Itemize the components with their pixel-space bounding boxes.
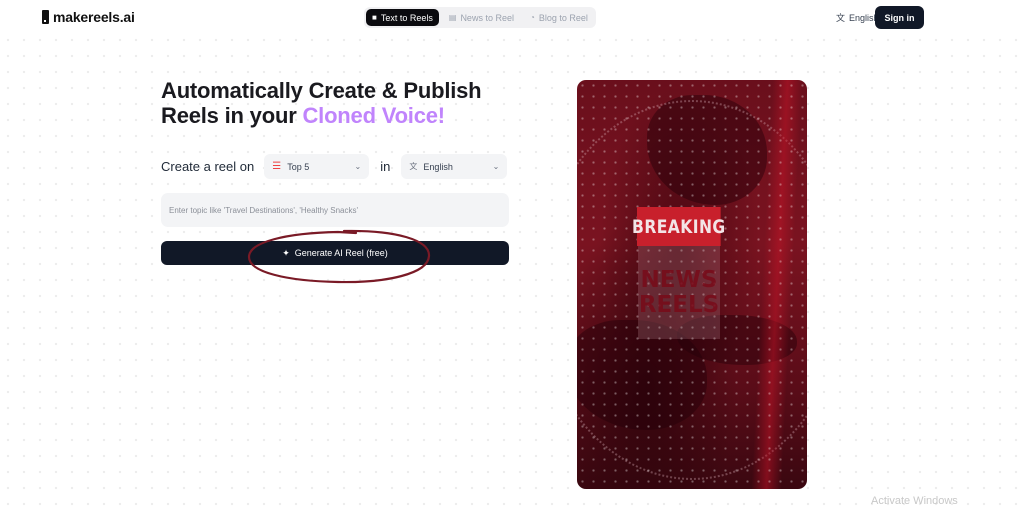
reel-type-select[interactable]: ☰ Top 5 ⌄ xyxy=(264,154,370,179)
list-icon: ☰ xyxy=(272,161,282,172)
tab-text-to-reels[interactable]: ■ Text to Reels xyxy=(366,9,439,26)
generate-reel-button[interactable]: ✦ Generate AI Reel (free) xyxy=(161,241,509,265)
sign-in-button[interactable]: Sign in xyxy=(875,6,924,29)
tab-label: Blog to Reel xyxy=(538,12,588,23)
hero-title-accent: Cloned Voice! xyxy=(302,103,445,128)
tab-news-to-reel[interactable]: ▤ News to Reel xyxy=(443,9,520,26)
rss-icon: ◔ xyxy=(529,13,535,22)
translate-icon: 文 xyxy=(835,13,845,23)
newspaper-icon: ▤ xyxy=(448,13,457,22)
generate-label: Generate AI Reel (free) xyxy=(294,248,388,258)
breaking-label: BREAKING xyxy=(632,207,725,246)
logo-icon xyxy=(42,10,49,24)
hero-title: Automatically Create & Publish Reels in … xyxy=(161,78,482,128)
translate-icon: 文 xyxy=(409,162,418,171)
chevron-down-icon: ⌄ xyxy=(492,162,500,171)
logo[interactable]: makereels.ai xyxy=(42,9,135,25)
mode-tabs: ■ Text to Reels ▤ News to Reel ◔ Blog to… xyxy=(364,7,596,28)
news-text: NEWS xyxy=(640,266,718,293)
reel-preview[interactable]: BREAKING NEWS REELS xyxy=(577,80,807,489)
hero-title-line2-prefix: Reels in your xyxy=(161,103,303,128)
hero-title-line1: Automatically Create & Publish xyxy=(161,78,482,103)
topic-input[interactable] xyxy=(161,193,509,227)
reel-type-value: Top 5 xyxy=(287,161,310,172)
language-value: English xyxy=(423,161,453,172)
tab-label: Text to Reels xyxy=(380,12,433,23)
video-icon: ■ xyxy=(372,13,377,22)
tab-label: News to Reel xyxy=(460,12,514,23)
create-label: Create a reel on xyxy=(161,159,255,174)
logo-text: makereels.ai xyxy=(53,9,135,25)
language-switcher[interactable]: 文 English xyxy=(836,11,879,24)
reel-options-row: Create a reel on ☰ Top 5 ⌄ in 文 English … xyxy=(161,154,508,179)
magic-wand-icon: ✦ xyxy=(282,247,290,258)
in-label: in xyxy=(380,159,391,174)
top-header: makereels.ai ■ Text to Reels ▤ News to R… xyxy=(0,0,1024,36)
language-select[interactable]: 文 English ⌄ xyxy=(401,154,508,179)
tab-blog-to-reel[interactable]: ◔ Blog to Reel xyxy=(524,9,594,26)
chevron-down-icon: ⌄ xyxy=(354,162,362,171)
windows-activation-watermark: Activate Windows xyxy=(871,495,958,507)
reels-text: REELS xyxy=(638,291,720,318)
news-reels-label: NEWS REELS xyxy=(638,246,720,339)
